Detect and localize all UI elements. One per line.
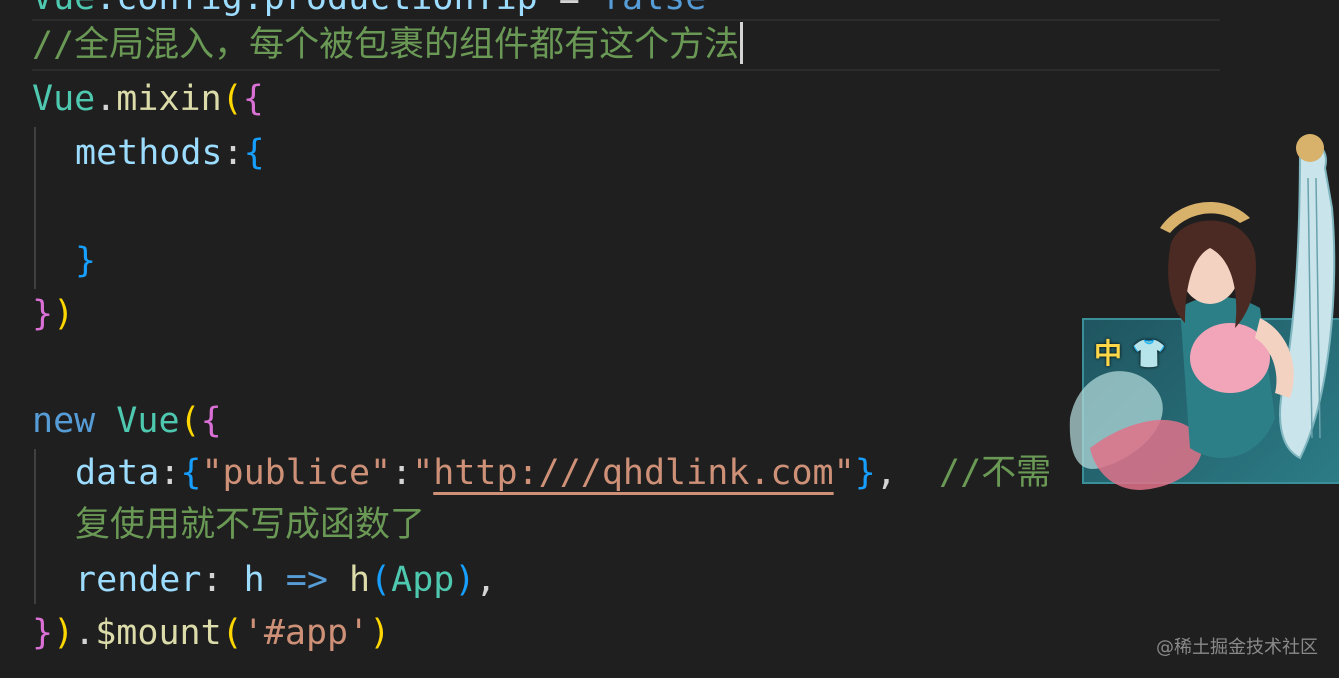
token-paren-close: )	[53, 294, 75, 334]
token-config: .config.productionTip	[95, 0, 538, 18]
token-colon: :	[159, 453, 181, 493]
character-illustration	[1069, 134, 1336, 490]
comment-text: 复使用就不写成函数了	[75, 505, 426, 545]
token-vue: Vue	[116, 401, 180, 441]
token-vue: Vue	[32, 0, 95, 18]
token-brace-close: }	[32, 613, 54, 653]
code-line-data[interactable]: data:{"publice":"http:///qhdlink.com"}, …	[75, 446, 1051, 500]
token-paren-close: )	[454, 560, 476, 600]
pet-overlay[interactable]: 中 👕	[1060, 118, 1339, 518]
text-cursor	[740, 22, 744, 64]
token-equals: =	[538, 0, 601, 18]
code-line-close-methods[interactable]: }	[75, 234, 96, 288]
token-dot: .	[95, 79, 117, 119]
indent-guide	[34, 127, 36, 289]
token-mount: $mount	[95, 613, 222, 653]
token-new: new	[32, 401, 96, 441]
token-param-h: h	[243, 560, 265, 600]
code-line-mount[interactable]: }).$mount('#app')	[32, 606, 390, 660]
token-brace-open: {	[180, 453, 202, 493]
token-colon: :	[222, 133, 244, 173]
token-comma: ,	[475, 560, 497, 600]
code-line-methods[interactable]: methods:{	[75, 126, 265, 180]
token-paren-close: )	[369, 613, 391, 653]
comment-text: //全局混入，每个被包裹的组件都有这个方法	[32, 25, 740, 65]
token-string-key: "publice"	[201, 453, 392, 493]
code-line-close-mixin[interactable]: })	[32, 287, 74, 341]
token-quote: "	[412, 453, 434, 493]
token-brace-close: }	[32, 294, 54, 334]
token-paren-open: (	[221, 613, 243, 653]
token-false: false	[601, 0, 706, 18]
token-data: data	[75, 453, 160, 493]
token-colon: :	[391, 453, 413, 493]
token-paren-open: (	[179, 401, 201, 441]
token-dot: .	[74, 613, 96, 653]
indent-guide	[34, 449, 36, 604]
token-arrow: =>	[264, 560, 349, 600]
comment-text: //不需	[939, 453, 1052, 493]
token-brace-open: {	[243, 133, 265, 173]
token-vue: Vue	[32, 79, 96, 119]
token-methods: methods	[75, 133, 223, 173]
token-brace-close: }	[75, 241, 97, 281]
token-paren-open: (	[221, 79, 243, 119]
token-render: render	[75, 560, 202, 600]
token-brace-open: {	[200, 401, 222, 441]
token-paren-close: )	[53, 613, 75, 653]
code-line-vue-mixin[interactable]: Vue.mixin({	[32, 72, 264, 126]
token-paren-open: (	[370, 560, 392, 600]
token-comma: ,	[875, 453, 897, 493]
code-editor[interactable]: Vue.config.productionTip = false //全局混入，…	[0, 0, 1339, 678]
code-line-data-wrap[interactable]: 复使用就不写成函数了	[75, 498, 425, 552]
token-brace-close: }	[854, 453, 876, 493]
url-link[interactable]: http:///qhdlink.com	[433, 453, 833, 493]
token-brace-open: {	[242, 79, 264, 119]
token-app: App	[391, 560, 455, 600]
token-mixin: mixin	[116, 79, 222, 119]
token-colon: :	[201, 560, 244, 600]
code-line-mixin-comment[interactable]: //全局混入，每个被包裹的组件都有这个方法	[32, 18, 744, 72]
token-fn-h: h	[348, 560, 371, 600]
token-string-app: '#app'	[242, 613, 370, 653]
token-quote: "	[833, 453, 855, 493]
watermark: @稀土掘金技术社区	[1156, 637, 1318, 658]
code-line-new-vue[interactable]: new Vue({	[32, 394, 222, 448]
code-line-render[interactable]: render: h => h(App),	[75, 553, 497, 607]
